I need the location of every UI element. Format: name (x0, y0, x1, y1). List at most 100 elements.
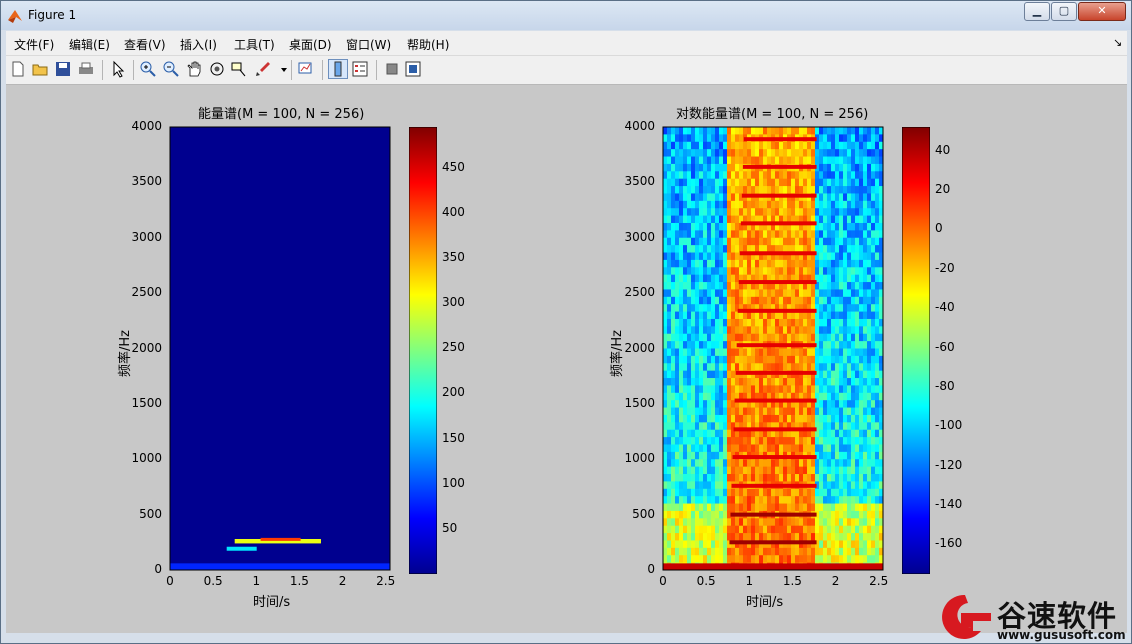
spectrogram-cell (807, 237, 812, 246)
maximize-button[interactable]: ▢ (1051, 2, 1077, 21)
menu-tools[interactable]: 工具(T) (234, 36, 275, 53)
spectrogram-cell (815, 459, 820, 468)
spectrogram-cell (735, 355, 740, 364)
spectrogram-cell (747, 474, 752, 482)
pan-hand-icon[interactable] (185, 60, 203, 78)
spectrogram-cell (687, 437, 692, 445)
spectrogram-cell (863, 215, 868, 224)
spectrogram-cell (707, 392, 712, 401)
spectrogram-cell (771, 363, 776, 372)
select-arrow-icon[interactable] (109, 60, 127, 78)
save-icon[interactable] (54, 60, 72, 78)
spectrogram-cell (835, 348, 840, 357)
left-colorbar[interactable] (409, 127, 437, 574)
right-colorbar[interactable] (902, 127, 930, 574)
dock-arrow-icon[interactable]: ↘ (1113, 36, 1122, 49)
spectrogram-cell (823, 252, 828, 261)
spectrogram-cell (663, 200, 668, 209)
brush-icon[interactable] (254, 60, 272, 78)
spectrogram-cell (663, 267, 668, 276)
new-file-icon[interactable] (9, 60, 27, 78)
spectrogram-cell (779, 348, 784, 357)
spectrogram-cell (723, 444, 728, 453)
legend-icon[interactable] (351, 60, 369, 78)
spectrogram-cell (723, 245, 728, 254)
spectrogram-cell (855, 540, 860, 549)
spectrogram-cell (731, 222, 736, 231)
spectrogram-cell (671, 518, 676, 527)
spectrogram-cell (875, 451, 880, 460)
spectrogram-cell (727, 496, 732, 505)
show-plot-tools-icon[interactable] (404, 60, 422, 78)
menu-edit[interactable]: 编辑(E) (69, 36, 110, 53)
spectrogram-cell (703, 370, 708, 379)
spectrogram-cell (843, 127, 848, 135)
spectrogram-cell (815, 156, 820, 165)
spectrogram-cell (707, 474, 712, 482)
colorbar-icon[interactable] (328, 59, 348, 79)
menu-file[interactable]: 文件(F) (14, 36, 54, 53)
spectrogram-cell (831, 503, 836, 512)
spectrogram-cell (767, 378, 772, 386)
title-bar: Figure 1 ▁ ▢ ✕ (1, 1, 1131, 30)
spectrogram-cell (871, 178, 876, 187)
spectrogram-cell (707, 141, 712, 150)
spectrogram-cell (663, 156, 668, 165)
menu-desktop[interactable]: 桌面(D) (289, 36, 332, 53)
spectrogram-cell (831, 245, 836, 254)
print-icon[interactable] (77, 60, 95, 78)
spectrogram-cell (703, 451, 708, 460)
spectrogram-cell (695, 141, 700, 150)
rotate-3d-icon[interactable] (208, 60, 226, 78)
spectrogram-cell (819, 385, 824, 394)
spectrogram-cell (687, 200, 692, 209)
spectrogram-cell (843, 496, 848, 505)
spectrogram-cell (663, 474, 668, 482)
spectrogram-cell (683, 208, 688, 217)
spectrogram-cell (663, 466, 668, 475)
open-folder-icon[interactable] (31, 60, 49, 78)
spectrogram-cell (859, 252, 864, 261)
spectrogram-cell (743, 318, 748, 327)
spectrogram-cell (831, 267, 836, 276)
spectrogram-cell (831, 296, 836, 305)
spectrogram-cell (787, 525, 792, 534)
zoom-out-icon[interactable] (162, 60, 180, 78)
minimize-button[interactable]: ▁ (1024, 2, 1050, 21)
spectrogram-cell (819, 355, 824, 364)
spectrogram-cell (843, 488, 848, 497)
dropdown-icon[interactable] (275, 60, 287, 78)
menu-window[interactable]: 窗口(W) (346, 36, 391, 53)
spectrogram-cell (691, 355, 696, 364)
spectrogram-cell (787, 289, 792, 298)
spectrogram-cell (867, 208, 872, 217)
spectrogram-cell (799, 518, 804, 527)
data-cursor-icon[interactable] (230, 60, 248, 78)
spectrogram-cell (815, 326, 820, 335)
spectrogram-cell (763, 474, 768, 482)
spectrogram-cell (867, 237, 872, 246)
spectrogram-cell (699, 437, 704, 445)
spectrogram-cell (855, 474, 860, 482)
zoom-in-icon[interactable] (139, 60, 157, 78)
spectrogram-cell (783, 474, 788, 482)
spectrogram-cell (695, 333, 700, 342)
spectrogram-cell (687, 237, 692, 246)
spectrogram-cell (831, 178, 836, 187)
spectrogram-cell (775, 296, 780, 305)
spectrogram-cell (875, 488, 880, 497)
spectrogram-cell (755, 474, 760, 482)
right-spectrogram[interactable] (659, 125, 889, 578)
spectrogram-cell (827, 289, 832, 298)
spectrogram-cell (827, 252, 832, 261)
spectrogram-cell (703, 422, 708, 431)
spectrogram-cell (703, 466, 708, 475)
menu-view[interactable]: 查看(V) (124, 36, 166, 53)
close-button[interactable]: ✕ (1078, 2, 1126, 21)
menu-help[interactable]: 帮助(H) (407, 36, 449, 53)
hide-plot-tools-icon[interactable] (383, 60, 401, 78)
menu-insert[interactable]: 插入(I) (180, 36, 217, 53)
spectrogram-cell (679, 503, 684, 512)
link-plot-icon[interactable] (297, 60, 315, 78)
left-spectrogram[interactable] (166, 125, 396, 578)
